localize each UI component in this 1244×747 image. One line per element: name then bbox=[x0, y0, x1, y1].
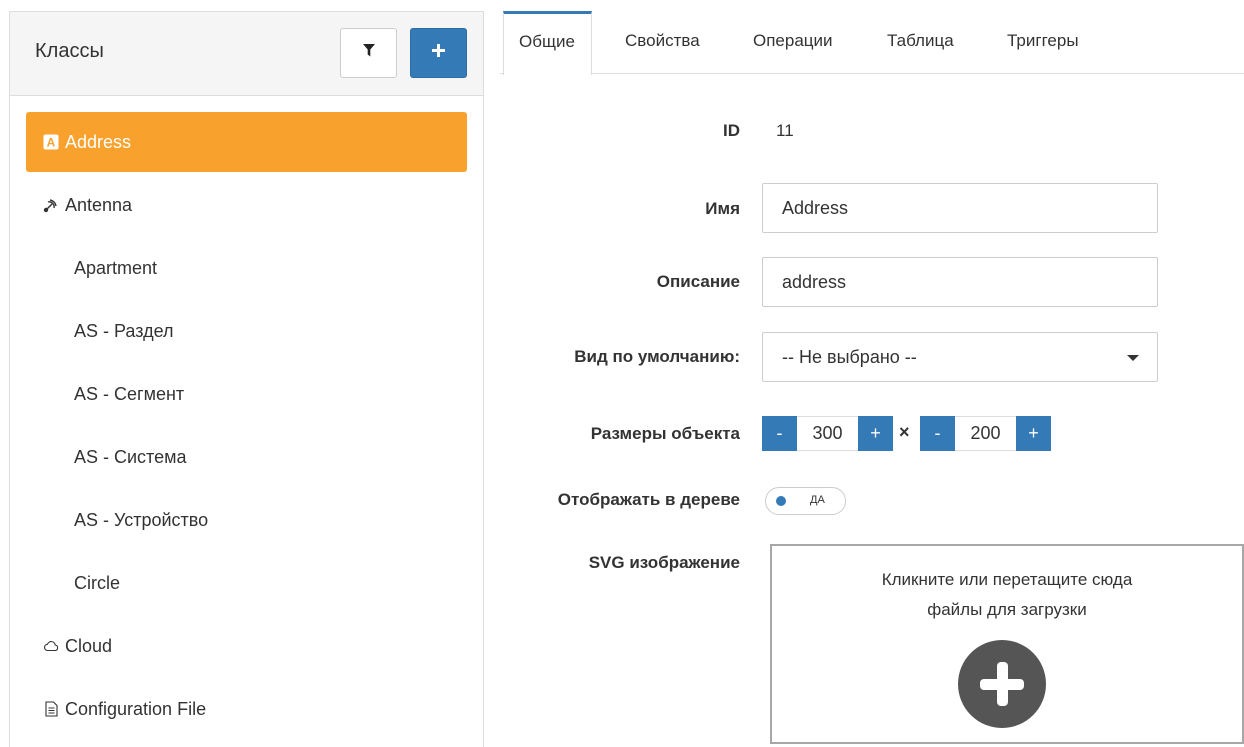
toggle-label: ДА bbox=[810, 494, 825, 506]
class-item-circle[interactable]: Circle bbox=[26, 553, 467, 613]
letter-a-icon: A bbox=[43, 133, 59, 151]
antenna-icon bbox=[43, 196, 59, 214]
file-icon bbox=[43, 700, 59, 718]
name-input[interactable]: Address bbox=[762, 183, 1158, 233]
class-item-apartment[interactable]: Apartment bbox=[26, 238, 467, 298]
width-increment-button[interactable]: + bbox=[858, 416, 893, 451]
dropzone-text-line2: файлы для загрузки bbox=[927, 600, 1087, 619]
class-item-configuration-file[interactable]: Configuration File bbox=[26, 679, 467, 739]
class-item-as-sistema[interactable]: AS - Система bbox=[26, 427, 467, 487]
tab-bar: Общие Свойства Операции Таблица Триггеры bbox=[500, 11, 1244, 75]
class-item-label: Apartment bbox=[74, 257, 158, 278]
upload-plus-icon[interactable] bbox=[958, 640, 1046, 728]
class-item-as-ustroystvo[interactable]: AS - Устройство bbox=[26, 490, 467, 550]
height-value[interactable]: 200 bbox=[955, 416, 1016, 451]
svg-image-label: SVG изображение bbox=[588, 553, 740, 572]
width-stepper: - 300 + bbox=[762, 416, 893, 451]
default-view-label: Вид по умолчанию: bbox=[574, 347, 740, 366]
name-label: Имя bbox=[705, 199, 740, 218]
description-input-value: address bbox=[782, 271, 847, 292]
class-item-label: Configuration File bbox=[65, 698, 207, 719]
height-stepper: - 200 + bbox=[920, 416, 1051, 451]
tab-properties[interactable]: Свойства bbox=[625, 11, 700, 74]
class-item-label: AS - Устройство bbox=[74, 509, 209, 530]
height-increment-button[interactable]: + bbox=[1016, 416, 1051, 451]
tab-triggers[interactable]: Триггеры bbox=[1007, 11, 1079, 74]
svg-upload-dropzone[interactable]: Кликните или перетащите сюда файлы для з… bbox=[770, 544, 1244, 744]
class-item-label: AS - Раздел bbox=[74, 320, 174, 341]
plus-icon bbox=[432, 44, 445, 62]
description-label: Описание bbox=[656, 272, 740, 291]
class-item-antenna[interactable]: Antenna bbox=[26, 175, 467, 235]
class-item-label: AS - Сегмент bbox=[74, 383, 185, 404]
class-item-label: Circle bbox=[74, 572, 121, 593]
id-value: 11 bbox=[776, 121, 794, 140]
class-item-label: Cloud bbox=[65, 635, 113, 656]
tab-general[interactable]: Общие bbox=[503, 11, 592, 75]
panel-title: Классы bbox=[35, 40, 104, 62]
class-item-label: Address bbox=[65, 131, 132, 152]
classes-panel-header: Классы bbox=[10, 12, 483, 96]
show-in-tree-label: Отображать в дереве bbox=[557, 490, 740, 509]
add-class-button[interactable] bbox=[410, 28, 467, 78]
description-input[interactable]: address bbox=[762, 257, 1158, 307]
toggle-knob bbox=[776, 496, 786, 506]
dropzone-text-line1: Кликните или перетащите сюда bbox=[881, 570, 1133, 589]
height-decrement-button[interactable]: - bbox=[920, 416, 955, 451]
width-value[interactable]: 300 bbox=[797, 416, 858, 451]
class-item-cloud[interactable]: Cloud bbox=[26, 616, 467, 676]
id-label: ID bbox=[723, 121, 740, 140]
tab-operations[interactable]: Операции bbox=[753, 11, 833, 74]
tab-table[interactable]: Таблица bbox=[887, 11, 954, 74]
classes-panel: Классы A Address Antenna Apartment AS - … bbox=[9, 11, 484, 747]
class-item-label: Antenna bbox=[65, 194, 133, 215]
class-item-as-razdel[interactable]: AS - Раздел bbox=[26, 301, 467, 361]
filter-icon bbox=[362, 44, 375, 62]
default-view-select[interactable]: -- Не выбрано -- bbox=[762, 332, 1158, 382]
width-decrement-button[interactable]: - bbox=[762, 416, 797, 451]
times-sign: × bbox=[899, 422, 910, 442]
svg-text:A: A bbox=[47, 136, 56, 150]
chevron-down-icon bbox=[1127, 355, 1139, 361]
name-input-value: Address bbox=[782, 197, 849, 218]
class-item-label: AS - Система bbox=[74, 446, 187, 467]
default-view-selected: -- Не выбрано -- bbox=[782, 346, 917, 367]
class-item-address[interactable]: A Address bbox=[26, 112, 467, 172]
object-size-label: Размеры объекта bbox=[590, 424, 740, 443]
cloud-icon bbox=[43, 637, 59, 655]
show-in-tree-toggle[interactable]: ДА bbox=[765, 487, 846, 515]
class-item-as-segment[interactable]: AS - Сегмент bbox=[26, 364, 467, 424]
filter-button[interactable] bbox=[340, 28, 397, 78]
